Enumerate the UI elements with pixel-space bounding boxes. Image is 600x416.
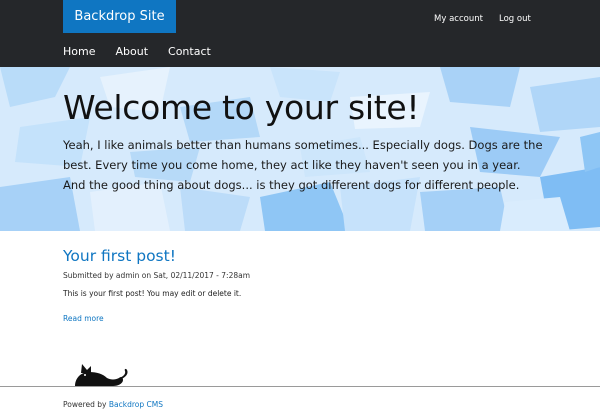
log-out-link[interactable]: Log out <box>499 14 531 24</box>
site-footer: Powered by Backdrop CMS <box>63 400 163 409</box>
footer-divider <box>0 386 600 387</box>
powered-by-text: Powered by <box>63 400 107 409</box>
hero-title: Welcome to your site! <box>63 88 420 127</box>
site-header: Backdrop Site My account Log out Home Ab… <box>0 0 600 67</box>
hero-banner: Welcome to your site! Yeah, I like anima… <box>0 67 600 231</box>
cat-icon <box>75 364 128 386</box>
nav-item-about[interactable]: About <box>115 44 148 60</box>
backdrop-cms-link[interactable]: Backdrop CMS <box>109 400 163 409</box>
hero-text: Yeah, I like animals better than humans … <box>63 138 543 192</box>
post-body: This is your first post! You may edit or… <box>63 289 242 298</box>
post-title-link[interactable]: Your first post! <box>63 247 176 265</box>
site-name-link[interactable]: Backdrop Site <box>63 0 176 33</box>
main-navigation: Home About Contact <box>63 44 231 60</box>
my-account-link[interactable]: My account <box>434 14 483 24</box>
read-more-link[interactable]: Read more <box>63 314 104 323</box>
nav-item-home[interactable]: Home <box>63 44 95 60</box>
post-submitted-info: Submitted by admin on Sat, 02/11/2017 - … <box>63 271 251 280</box>
nav-item-contact[interactable]: Contact <box>168 44 211 60</box>
